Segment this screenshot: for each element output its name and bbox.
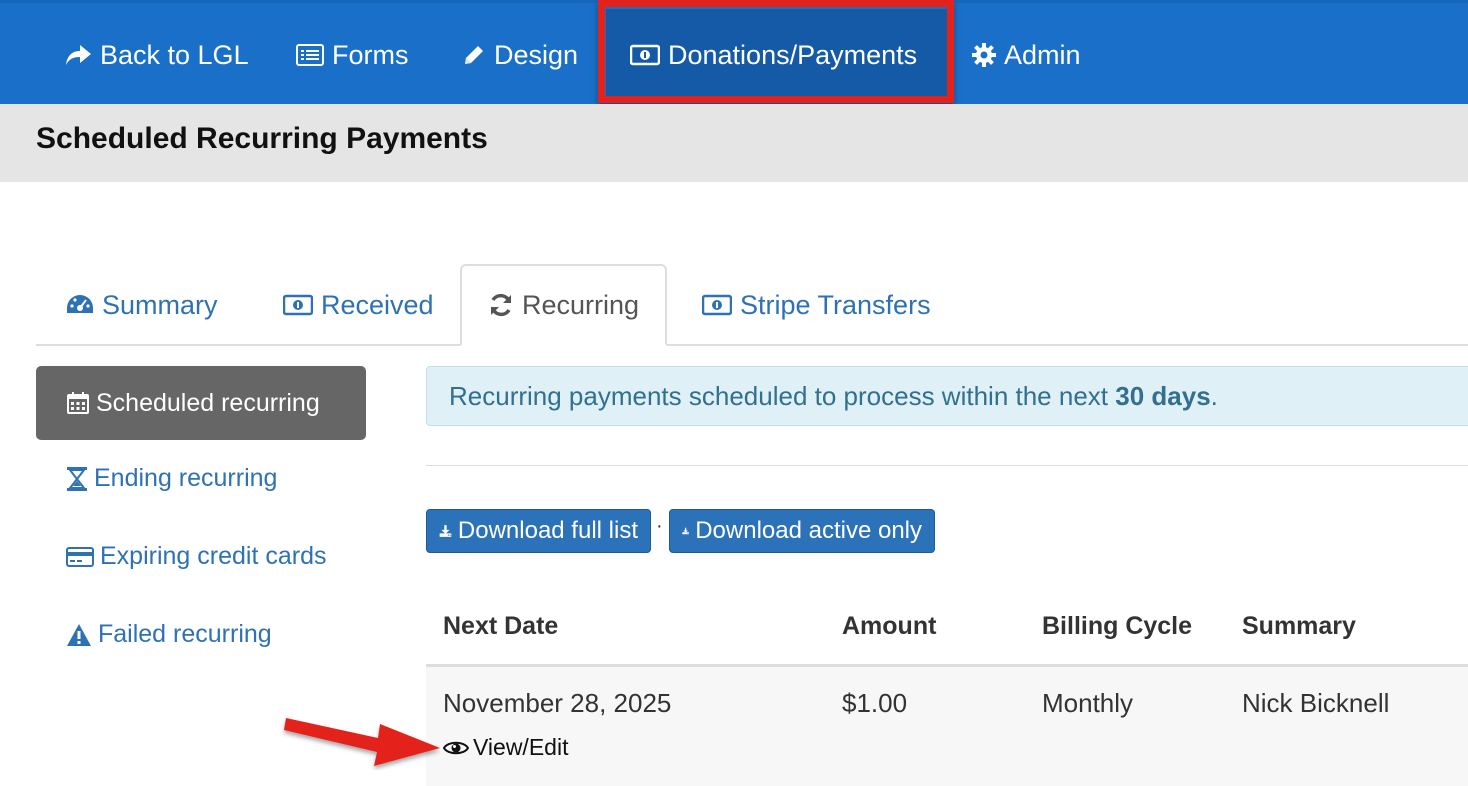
download-full-label: Download full list [457, 517, 638, 544]
cell-summary: Nick Bicknell [1242, 688, 1390, 718]
view-edit-label: View/Edit [473, 734, 569, 760]
tab-stripe-label: Stripe Transfers [740, 289, 931, 320]
download-icon [682, 527, 689, 535]
button-separator: · [656, 515, 663, 537]
divider [426, 465, 1468, 466]
tab-recurring[interactable]: Recurring [460, 264, 667, 346]
nav-design[interactable]: Design [462, 3, 578, 107]
calendar-icon [67, 392, 89, 414]
alert-text-suffix: . [1210, 380, 1218, 411]
nav-forms-label: Forms [332, 39, 409, 70]
credit-card-icon [66, 546, 94, 567]
column-header-summary[interactable]: Summary [1242, 612, 1356, 641]
sidebar-item-label: Scheduled recurring [96, 388, 320, 417]
nav-admin-label: Admin [1004, 39, 1081, 70]
nav-forms[interactable]: Forms [296, 3, 409, 107]
cell-billing-cycle: Monthly [1042, 688, 1134, 718]
annotation-arrow-icon [284, 718, 440, 766]
list-alt-icon [296, 44, 324, 66]
page-header: Scheduled Recurring Payments [0, 104, 1468, 182]
nav-back-label: Back to LGL [100, 39, 249, 70]
sidebar-item-scheduled-recurring[interactable]: Scheduled recurring [36, 366, 366, 440]
column-header-amount[interactable]: Amount [842, 612, 936, 641]
tab-recurring-label: Recurring [521, 289, 640, 320]
sidebar-item-failed-recurring[interactable]: Failed recurring [66, 620, 272, 649]
share-arrow-icon [66, 45, 91, 65]
eye-icon [443, 741, 469, 754]
money-bill-icon [283, 294, 313, 316]
sidebar-item-ending-recurring[interactable]: Ending recurring [66, 464, 277, 493]
tab-received[interactable]: Received [283, 264, 434, 346]
money-bill-icon [630, 44, 660, 66]
table-row [426, 667, 1468, 786]
download-icon [439, 525, 452, 537]
tab-stripe-transfers[interactable]: Stripe Transfers [702, 264, 931, 346]
nav-donations-payments[interactable]: Donations/Payments [606, 9, 948, 101]
cell-amount: $1.00 [842, 688, 908, 718]
refresh-icon [490, 293, 511, 317]
tab-summary[interactable]: Summary [66, 264, 218, 346]
info-alert: Recurring payments scheduled to process … [426, 366, 1468, 426]
warning-icon [67, 623, 91, 646]
nav-design-label: Design [494, 39, 579, 70]
tab-summary-label: Summary [102, 289, 218, 320]
sidebar-item-label: Failed recurring [98, 620, 272, 648]
download-active-only-button[interactable]: Download active only [669, 509, 935, 553]
top-navbar: Back to LGL Forms Design Donations/Payme… [0, 0, 1468, 104]
column-header-next-date[interactable]: Next Date [443, 612, 558, 641]
alert-text-prefix: Recurring payments scheduled to process … [449, 380, 1116, 411]
cell-next-date: November 28, 2025 [443, 688, 672, 718]
sidebar-item-expiring-credit-cards[interactable]: Expiring credit cards [66, 542, 326, 571]
download-full-list-button[interactable]: Download full list [426, 509, 651, 553]
download-active-label: Download active only [695, 517, 922, 544]
view-edit-link[interactable]: View/Edit [443, 734, 568, 761]
alert-emphasis: 30 days [1115, 380, 1211, 411]
hourglass-icon [67, 466, 87, 491]
column-header-billing-cycle[interactable]: Billing Cycle [1042, 612, 1192, 641]
tab-received-label: Received [321, 289, 434, 320]
nav-donations-label: Donations/Payments [668, 39, 918, 70]
dashboard-gauge-icon [67, 295, 93, 313]
money-bill-icon [702, 294, 732, 316]
page-title: Scheduled Recurring Payments [36, 122, 488, 155]
gear-icon [972, 43, 996, 67]
nav-admin[interactable]: Admin [972, 3, 1081, 107]
sidebar-item-label: Expiring credit cards [100, 542, 327, 570]
pencil-icon [465, 46, 483, 64]
sidebar-item-label: Ending recurring [94, 464, 278, 492]
nav-back-to-lgl[interactable]: Back to LGL [64, 3, 249, 107]
